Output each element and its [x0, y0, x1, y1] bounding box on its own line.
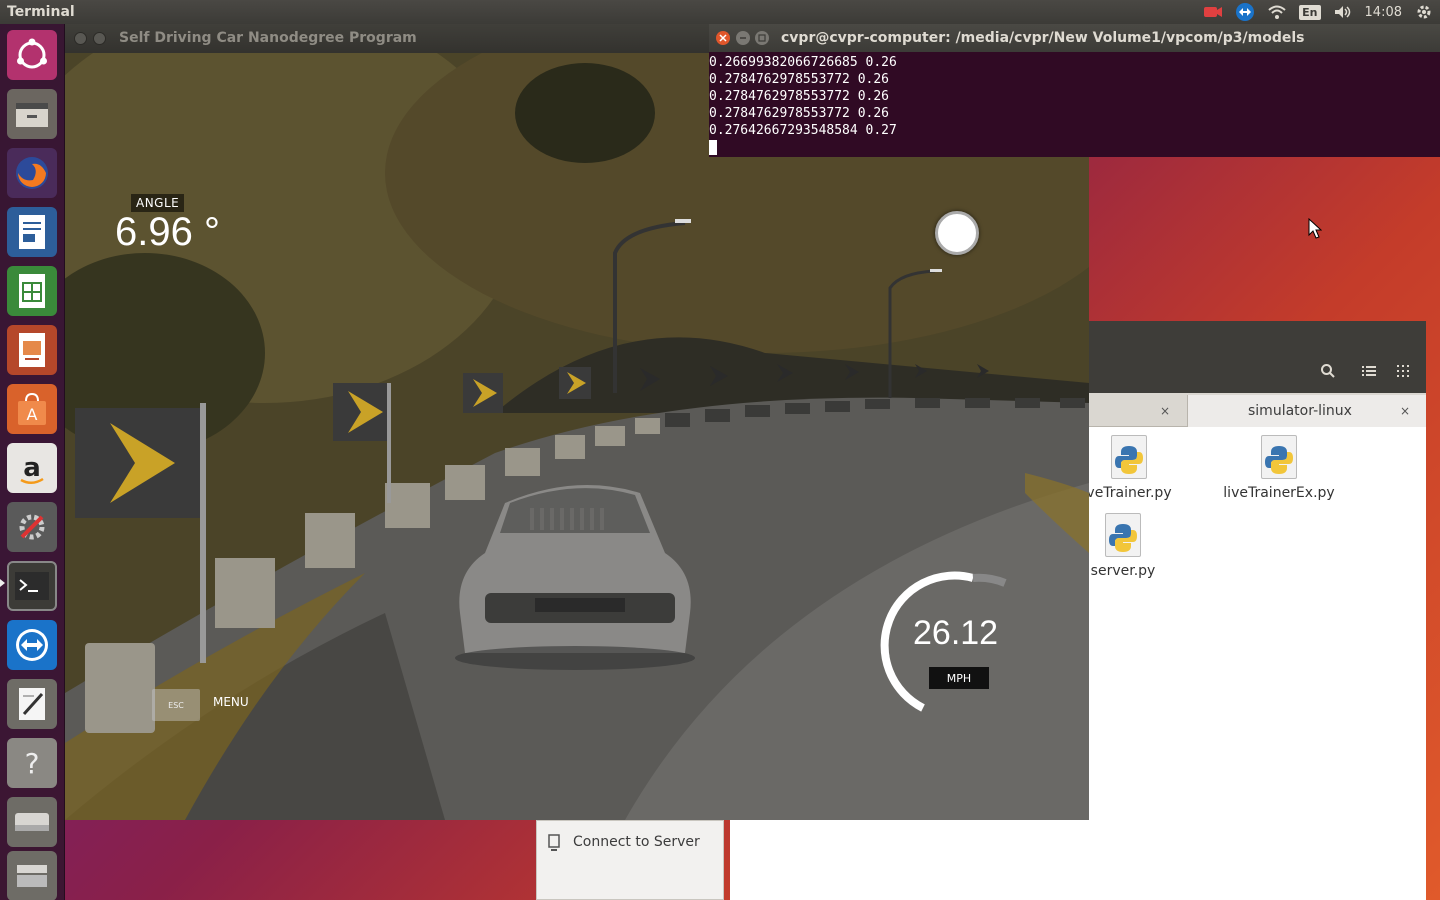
firefox-icon[interactable] — [7, 148, 57, 198]
text-editor-icon[interactable] — [7, 679, 57, 729]
terminal-window[interactable]: cvpr@cvpr-computer: /media/cvpr/New Volu… — [709, 24, 1440, 157]
close-icon[interactable]: × — [1160, 404, 1170, 418]
list-view-icon[interactable] — [1354, 357, 1384, 385]
search-icon[interactable] — [1313, 357, 1343, 385]
wifi-icon[interactable] — [1267, 3, 1287, 21]
active-app-name: Terminal — [7, 4, 75, 20]
sidebar-connect-to-server[interactable]: Connect to Server — [536, 820, 724, 900]
writer-icon[interactable] — [7, 207, 57, 257]
menu-label[interactable]: MENU — [213, 695, 249, 709]
terminal-line: 0.2784762978553772 0.26 — [709, 89, 890, 104]
ubuntu-dash-icon[interactable] — [7, 30, 57, 80]
file-item[interactable]: liveTrainerEx.py — [1219, 435, 1339, 501]
impress-icon[interactable] — [7, 325, 57, 375]
volume-icon[interactable] — [1333, 3, 1353, 21]
terminal-icon[interactable] — [7, 561, 57, 611]
files-icon[interactable] — [7, 89, 57, 139]
simulator-viewport[interactable]: ANGLE 6.96 ° 26.12 MPH ESC MENU — [65, 53, 1089, 820]
window-title: Self Driving Car Nanodegree Program — [119, 30, 417, 46]
tab-simulator-linux[interactable]: simulator-linux × — [1187, 395, 1426, 427]
calc-icon[interactable] — [7, 266, 57, 316]
grid-view-icon[interactable] — [1388, 357, 1418, 385]
system-tray: En 14:08 — [1203, 0, 1434, 24]
file-manager-window[interactable]: × simulator-linux × veTrainer.py liveTra… — [1086, 321, 1426, 900]
terminal-title: cvpr@cvpr-computer: /media/cvpr/New Volu… — [781, 30, 1305, 46]
esc-key-icon[interactable]: ESC — [152, 689, 200, 721]
svg-text:A: A — [27, 405, 38, 424]
python-file-icon — [1111, 435, 1147, 479]
text-cursor — [709, 140, 717, 155]
help-icon[interactable]: ? — [7, 738, 57, 788]
power-gear-icon[interactable] — [1414, 3, 1434, 21]
file-manager-tabs: × simulator-linux × — [1089, 393, 1426, 427]
trash-icon[interactable] — [7, 851, 57, 900]
tab-unnamed[interactable]: × — [1089, 395, 1187, 427]
drive-icon[interactable] — [7, 797, 57, 847]
screen-recorder-icon[interactable] — [1203, 3, 1223, 21]
close-button[interactable] — [74, 32, 87, 45]
terminal-maximize-button[interactable] — [755, 31, 769, 45]
file-manager-headerbar[interactable] — [1089, 321, 1426, 393]
terminal-line: 0.26699382066726685 0.26 — [709, 55, 897, 70]
tab-label: simulator-linux — [1248, 403, 1352, 419]
speed-unit: MPH — [929, 667, 989, 689]
file-item[interactable]: server.py — [1089, 513, 1157, 579]
terminal-prompt[interactable] — [709, 139, 1440, 156]
mouse-pointer-icon — [1308, 217, 1323, 244]
file-name: server.py — [1090, 563, 1156, 579]
close-icon[interactable]: × — [1400, 404, 1410, 418]
record-button[interactable] — [935, 211, 979, 255]
clock[interactable]: 14:08 — [1365, 5, 1402, 20]
running-indicator — [0, 579, 5, 587]
terminal-output[interactable]: 0.26699382066726685 0.26 0.2784762978553… — [709, 52, 1440, 157]
teamviewer-icon[interactable] — [7, 620, 57, 670]
terminal-line: 0.2784762978553772 0.26 — [709, 106, 890, 121]
terminal-close-button[interactable] — [716, 31, 730, 45]
minimize-button[interactable] — [93, 32, 106, 45]
software-center-icon[interactable]: A — [7, 384, 57, 434]
svg-text:a: a — [23, 453, 41, 483]
terminal-line: 0.2784762978553772 0.26 — [709, 72, 890, 87]
keyboard-layout-indicator[interactable]: En — [1299, 4, 1321, 20]
system-settings-icon[interactable] — [7, 502, 57, 552]
terminal-line: 0.27642667293548584 0.27 — [709, 123, 897, 138]
terminal-titlebar[interactable]: cvpr@cvpr-computer: /media/cvpr/New Volu… — [709, 24, 1440, 52]
angle-value: 6.96 ° — [115, 210, 220, 254]
speed-value: 26.12 — [913, 614, 999, 652]
teamviewer-tray-icon[interactable] — [1235, 3, 1255, 21]
python-file-icon — [1261, 435, 1297, 479]
file-name: veTrainer.py — [1086, 485, 1172, 501]
python-file-icon — [1105, 513, 1141, 557]
launcher: A a ? — [0, 24, 65, 900]
file-name: liveTrainerEx.py — [1223, 485, 1335, 501]
file-grid[interactable]: veTrainer.py liveTrainerEx.py server.py — [1086, 427, 1426, 900]
amazon-icon[interactable]: a — [7, 443, 57, 493]
svg-text:?: ? — [25, 747, 40, 780]
top-panel: Terminal En 14:08 — [0, 0, 1440, 24]
connect-to-server-label[interactable]: Connect to Server — [573, 834, 700, 850]
server-icon — [547, 834, 561, 856]
file-item[interactable]: veTrainer.py — [1086, 435, 1172, 501]
terminal-minimize-button[interactable] — [736, 31, 750, 45]
